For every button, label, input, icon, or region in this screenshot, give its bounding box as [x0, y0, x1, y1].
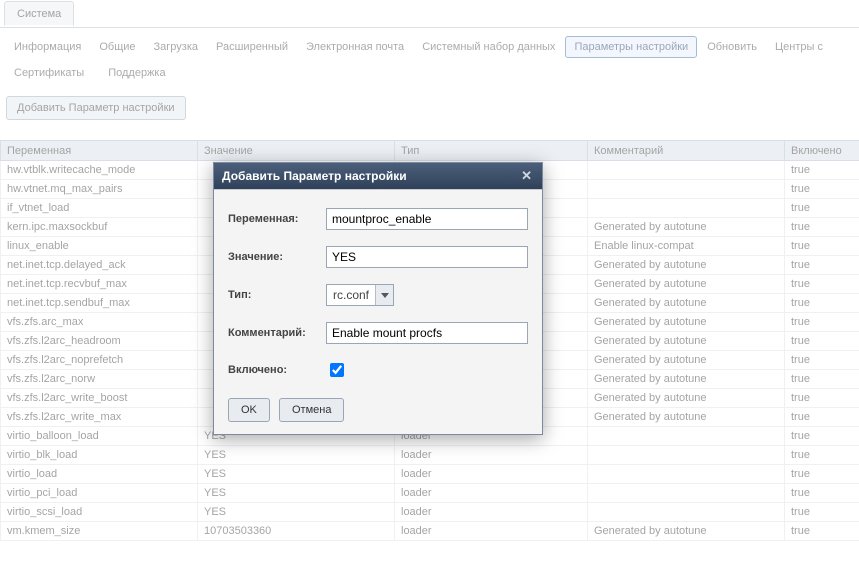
- type-select-value: rc.conf: [327, 288, 375, 302]
- label-enabled: Включено:: [228, 364, 326, 376]
- label-comment: Комментарий:: [228, 327, 326, 339]
- type-select[interactable]: rc.conf: [326, 284, 394, 306]
- cancel-button[interactable]: Отмена: [279, 398, 344, 422]
- close-icon[interactable]: ✕: [519, 168, 534, 184]
- label-type: Тип:: [228, 289, 326, 301]
- dialog-title-text: Добавить Параметр настройки: [222, 169, 407, 183]
- chevron-down-icon[interactable]: [375, 285, 393, 305]
- ok-button[interactable]: OK: [228, 398, 270, 422]
- comment-input[interactable]: [326, 322, 528, 344]
- add-tunable-dialog: Добавить Параметр настройки ✕ Переменная…: [213, 162, 543, 435]
- dialog-titlebar[interactable]: Добавить Параметр настройки ✕: [214, 163, 542, 189]
- variable-input[interactable]: [326, 208, 528, 230]
- label-variable: Переменная:: [228, 213, 326, 225]
- value-input[interactable]: [326, 246, 528, 268]
- label-value: Значение:: [228, 251, 326, 263]
- enabled-checkbox[interactable]: [330, 363, 344, 377]
